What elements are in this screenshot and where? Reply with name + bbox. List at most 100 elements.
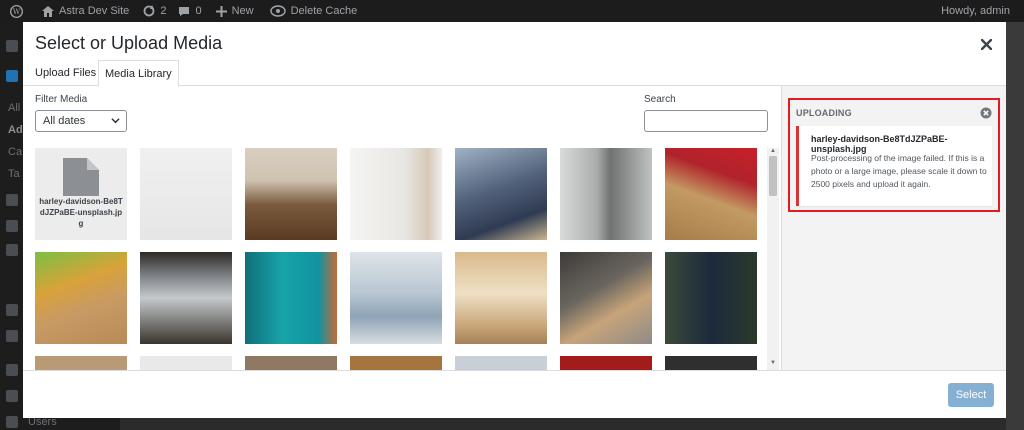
attachment-thumb[interactable] bbox=[140, 148, 232, 240]
partial-image bbox=[245, 356, 337, 370]
drill-work-image bbox=[35, 252, 127, 344]
attachment-thumb[interactable] bbox=[35, 356, 127, 370]
comments-link[interactable]: 0 bbox=[178, 5, 202, 17]
updates-count: 2 bbox=[160, 5, 167, 17]
chevron-down-icon bbox=[111, 118, 120, 124]
placeholder-image bbox=[140, 148, 232, 240]
delete-cache-link[interactable]: Delete Cache bbox=[269, 5, 358, 17]
updates-link[interactable]: 2 bbox=[143, 5, 166, 17]
attachment-thumb[interactable] bbox=[455, 252, 547, 344]
attachment-thumb[interactable] bbox=[245, 356, 337, 370]
attachment-file[interactable]: harley-davidson-Be8TdJZPaBE-unsplash.jpg bbox=[35, 148, 127, 240]
upload-error-filename: harley-davidson-Be8TdJZPaBE-unsplash.jpg bbox=[811, 134, 948, 154]
modal-tabs: Upload Files Media Library bbox=[23, 60, 1006, 87]
date-filter-select[interactable]: All dates bbox=[35, 110, 127, 132]
sidebar-item-all: All bbox=[8, 102, 21, 114]
new-content-link[interactable]: New bbox=[215, 5, 254, 17]
woodworking-image bbox=[560, 252, 652, 344]
modal-title: Select or Upload Media bbox=[35, 33, 223, 53]
attachment-thumb[interactable] bbox=[665, 252, 757, 344]
grid-scrollbar[interactable]: ▲ ▼ bbox=[767, 148, 779, 370]
wordpress-logo-icon[interactable]: W bbox=[10, 4, 28, 18]
attachment-thumb[interactable] bbox=[140, 252, 232, 344]
large-window-image bbox=[350, 252, 442, 344]
bedroom-image bbox=[455, 252, 547, 344]
admin-bar: W Astra Dev Site 2 0 New Delete Cache Ho… bbox=[0, 0, 1024, 22]
comments-menu-icon bbox=[6, 244, 18, 256]
upload-error-message: Post-processing of the image failed. If … bbox=[811, 153, 987, 189]
attachment-thumb[interactable] bbox=[140, 356, 232, 370]
appearance-icon bbox=[6, 304, 18, 316]
site-name-link[interactable]: Astra Dev Site bbox=[42, 5, 129, 17]
partial-image bbox=[35, 356, 127, 370]
power-tool-image bbox=[665, 148, 757, 240]
attachment-thumb[interactable] bbox=[350, 356, 442, 370]
business-meeting-image bbox=[455, 148, 547, 240]
background-edge bbox=[1006, 22, 1024, 430]
refresh-icon bbox=[143, 5, 155, 17]
settings-icon bbox=[6, 390, 18, 402]
new-label: New bbox=[231, 5, 254, 17]
media-modal: Select or Upload Media Upload Files Medi… bbox=[23, 22, 1006, 418]
search-label: Search bbox=[644, 94, 676, 105]
comment-icon bbox=[179, 6, 190, 16]
attachment-thumb[interactable] bbox=[560, 148, 652, 240]
attachment-filename: harley-davidson-Be8TdJZPaBE-unsplash.jpg bbox=[39, 197, 123, 228]
attachment-thumb[interactable] bbox=[665, 148, 757, 240]
dashboard-icon bbox=[6, 40, 18, 52]
close-icon bbox=[980, 38, 992, 50]
window-frame-image bbox=[560, 148, 652, 240]
attachment-thumb[interactable] bbox=[560, 356, 652, 370]
tab-upload-files[interactable]: Upload Files bbox=[29, 60, 102, 86]
select-button[interactable]: Select bbox=[948, 383, 994, 407]
teal-door-image bbox=[245, 252, 337, 344]
dismiss-errors-button[interactable] bbox=[980, 106, 992, 119]
attachment-thumb[interactable] bbox=[350, 252, 442, 344]
modal-footer: Select bbox=[23, 370, 1006, 418]
delete-cache-label: Delete Cache bbox=[290, 5, 358, 17]
tools-icon bbox=[6, 364, 18, 376]
attachment-thumb[interactable] bbox=[665, 356, 757, 370]
comments-count: 0 bbox=[195, 5, 202, 17]
filter-media-label: Filter Media bbox=[35, 94, 88, 105]
partial-image bbox=[455, 356, 547, 370]
media-library-content: Filter Media All dates Search harley-dav… bbox=[23, 86, 781, 370]
plugins-icon bbox=[6, 330, 18, 342]
outdoor-person-image bbox=[665, 252, 757, 344]
attachment-thumb[interactable] bbox=[245, 148, 337, 240]
window-view-image bbox=[140, 252, 232, 344]
date-filter-value: All dates bbox=[43, 115, 86, 127]
uploading-panel: UPLOADING harley-davidson-Be8TdJZPaBE-un… bbox=[788, 98, 1000, 212]
sidebar-item-categories: Ca bbox=[8, 146, 23, 158]
attachment-thumb[interactable] bbox=[560, 252, 652, 344]
scroll-up-icon[interactable]: ▲ bbox=[770, 148, 776, 154]
close-button[interactable] bbox=[976, 34, 996, 54]
partial-image bbox=[140, 356, 232, 370]
attachment-thumb[interactable] bbox=[245, 252, 337, 344]
attachment-thumb[interactable] bbox=[455, 148, 547, 240]
attachment-thumb[interactable] bbox=[350, 148, 442, 240]
search-input[interactable] bbox=[644, 110, 768, 132]
bright-room-image bbox=[350, 148, 442, 240]
scroll-down-icon[interactable]: ▼ bbox=[770, 360, 776, 366]
uploading-heading: UPLOADING bbox=[796, 108, 852, 118]
cache-icon bbox=[269, 5, 286, 17]
users-icon bbox=[6, 416, 18, 428]
media-icon bbox=[6, 194, 18, 206]
scrollbar-thumb[interactable] bbox=[769, 156, 777, 196]
site-name-label: Astra Dev Site bbox=[59, 5, 130, 17]
attachment-thumb[interactable] bbox=[35, 252, 127, 344]
attachment-thumb[interactable] bbox=[455, 356, 547, 370]
pages-icon bbox=[6, 220, 18, 232]
document-icon bbox=[63, 158, 99, 196]
close-circle-icon bbox=[980, 107, 992, 119]
tab-media-library[interactable]: Media Library bbox=[98, 60, 179, 87]
media-sidebar: UPLOADING harley-davidson-Be8TdJZPaBE-un… bbox=[781, 86, 1006, 370]
dining-room-image bbox=[245, 148, 337, 240]
upload-error-notice: harley-davidson-Be8TdJZPaBE-unsplash.jpg… bbox=[796, 126, 992, 206]
partial-image bbox=[560, 356, 652, 370]
partial-image bbox=[350, 356, 442, 370]
home-icon bbox=[42, 5, 54, 17]
account-menu[interactable]: Howdy, admin bbox=[941, 0, 1010, 22]
plus-icon bbox=[215, 5, 227, 17]
